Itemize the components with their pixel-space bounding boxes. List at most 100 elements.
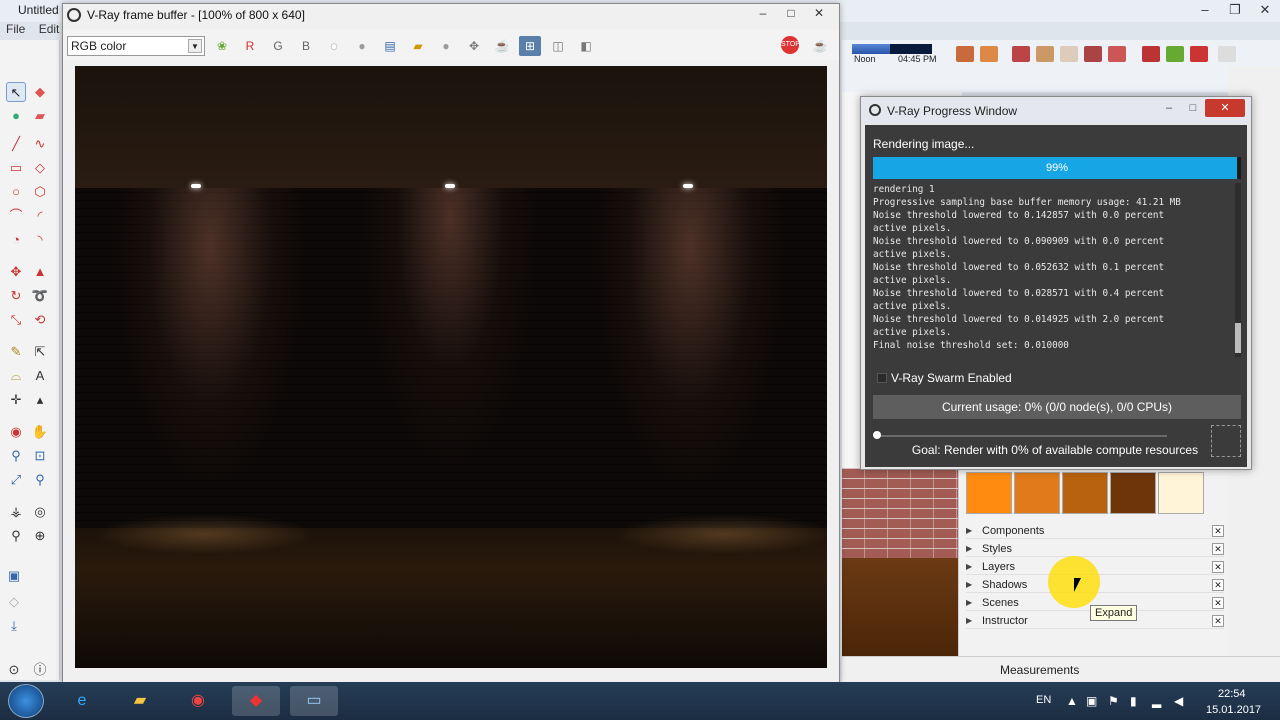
color-picker-icon[interactable]: ❀: [211, 36, 233, 56]
channel-select[interactable]: RGB color ▼: [67, 36, 205, 56]
swarm-checkbox[interactable]: [877, 373, 887, 383]
pie-tool-icon[interactable]: ◔: [6, 230, 26, 250]
start-button[interactable]: [8, 684, 44, 718]
protractor-tool-icon[interactable]: ⌓: [6, 366, 26, 386]
erase-icon[interactable]: ▰: [30, 106, 50, 126]
freehand-tool-icon[interactable]: ∿: [30, 134, 50, 154]
save-icon[interactable]: ▤: [379, 36, 401, 56]
green-channel-button[interactable]: G: [267, 36, 289, 56]
battery-icon[interactable]: ▮: [1130, 694, 1137, 708]
arc-tool-icon[interactable]: ⌒: [6, 206, 26, 226]
eraser-tool-icon[interactable]: ◆: [30, 82, 50, 102]
download-icon[interactable]: ⤓: [4, 616, 24, 636]
compute-slider-track[interactable]: [877, 435, 1167, 437]
arc3-tool-icon[interactable]: ◝: [30, 230, 50, 250]
log-scrollbar[interactable]: [1235, 183, 1241, 357]
pan-tool-icon[interactable]: ✋: [30, 422, 50, 442]
material-swatch-5[interactable]: [1158, 472, 1204, 514]
clock-time[interactable]: 22:54: [1218, 688, 1246, 700]
followme-tool-icon[interactable]: ➰: [30, 286, 50, 306]
zoom-tool-icon[interactable]: ⚲: [6, 446, 26, 466]
location-icon[interactable]: ⊙: [4, 660, 24, 680]
tools-icon[interactable]: [1218, 46, 1236, 62]
line-tool-icon[interactable]: ╱: [6, 134, 26, 154]
material-swatch-2[interactable]: [1014, 472, 1060, 514]
chrome-icon[interactable]: ◉: [174, 686, 222, 716]
lookaround-tool-icon[interactable]: ◎: [30, 502, 50, 522]
maximize-button[interactable]: ❐: [1220, 0, 1250, 20]
material-swatch-1[interactable]: [966, 472, 1012, 514]
warehouse-icon[interactable]: ▣: [4, 566, 24, 586]
alpha-gray-icon[interactable]: ●: [351, 36, 373, 56]
network-tray-icon[interactable]: ▣: [1086, 694, 1097, 708]
rectangle-tool-icon[interactable]: ▭: [6, 158, 26, 178]
polygon-tool-icon[interactable]: ⬡: [30, 182, 50, 202]
volume-icon[interactable]: ◀: [1174, 694, 1183, 708]
region-render-icon[interactable]: ⊞: [519, 36, 541, 56]
vfb-close-button[interactable]: ✕: [805, 6, 833, 20]
history-icon[interactable]: ◫: [547, 36, 569, 56]
text-tool-icon[interactable]: A: [30, 366, 50, 386]
progress-close-button[interactable]: ✕: [1205, 99, 1245, 117]
close-icon[interactable]: ✕: [1212, 578, 1224, 591]
vray-render-icon[interactable]: [1012, 46, 1030, 62]
close-button[interactable]: ✕: [1250, 0, 1280, 20]
log-scroll-thumb[interactable]: [1235, 323, 1241, 353]
rotated-rect-icon[interactable]: ◇: [30, 158, 50, 178]
scale-tool-icon[interactable]: ⤡: [6, 310, 26, 330]
circle-tool-icon[interactable]: ○: [6, 182, 26, 202]
language-indicator[interactable]: EN: [1036, 694, 1051, 706]
vray-sphere-icon[interactable]: [1084, 46, 1102, 62]
flag-icon[interactable]: ⚑: [1108, 694, 1119, 708]
chevron-down-icon[interactable]: ▼: [188, 39, 202, 53]
dimension-tool-icon[interactable]: ⇱: [30, 342, 50, 362]
compute-slider-knob[interactable]: [873, 431, 881, 439]
close-icon[interactable]: ✕: [1212, 614, 1224, 627]
share-icon[interactable]: ◇: [4, 592, 24, 612]
axes-tool-icon[interactable]: ✛: [6, 390, 26, 410]
footprints-icon[interactable]: ⚲: [6, 526, 26, 546]
orbit-tool-icon[interactable]: ◉: [6, 422, 26, 442]
shadow-time-slider[interactable]: [890, 44, 932, 54]
zoom-extents-icon[interactable]: ⤢: [6, 470, 26, 490]
vfb-maximize-button[interactable]: □: [777, 6, 805, 20]
zoom-window-icon[interactable]: ⊡: [30, 446, 50, 466]
vray-rt-icon[interactable]: [1036, 46, 1054, 62]
render-teapot-icon[interactable]: ☕: [809, 36, 831, 56]
menu-file[interactable]: File: [6, 22, 25, 36]
info-icon[interactable]: ⓘ: [30, 660, 50, 680]
material-swatch-3[interactable]: [1062, 472, 1108, 514]
close-icon[interactable]: ✕: [1212, 542, 1224, 555]
close-icon[interactable]: ✕: [1212, 524, 1224, 537]
teapot-icon[interactable]: ☕: [491, 36, 513, 56]
clear-icon[interactable]: ●: [435, 36, 457, 56]
3dtext-tool-icon[interactable]: ▴: [30, 390, 50, 410]
vray-plane-icon[interactable]: [1108, 46, 1126, 62]
tray-arrow-icon[interactable]: ▲: [1066, 694, 1078, 708]
red-channel-button[interactable]: R: [239, 36, 261, 56]
progress-minimize-button[interactable]: –: [1157, 99, 1181, 117]
close-icon[interactable]: ✕: [1212, 596, 1224, 609]
vfb-minimize-button[interactable]: –: [749, 6, 777, 20]
menu-edit[interactable]: Edit: [39, 22, 60, 36]
move-tool-icon[interactable]: ✥: [6, 262, 26, 282]
close-icon[interactable]: ✕: [1212, 560, 1224, 573]
vray-material-icon[interactable]: [956, 46, 974, 62]
tape-tool-icon[interactable]: ✎: [6, 342, 26, 362]
blue-channel-button[interactable]: B: [295, 36, 317, 56]
plant-icon-3[interactable]: [1190, 46, 1208, 62]
minimize-button[interactable]: –: [1190, 0, 1220, 20]
plant-icon-2[interactable]: [1166, 46, 1184, 62]
load-icon[interactable]: ▰: [407, 36, 429, 56]
stop-render-button[interactable]: STOP: [781, 36, 800, 54]
progress-maximize-button[interactable]: □: [1181, 99, 1205, 117]
plant-icon-1[interactable]: [1142, 46, 1160, 62]
tray-styles[interactable]: ▶ Styles ✕: [966, 541, 1224, 557]
walk-tool-icon[interactable]: ⚶: [6, 502, 26, 522]
material-swatch-4[interactable]: [1110, 472, 1156, 514]
offset-tool-icon[interactable]: ⟲: [30, 310, 50, 330]
vray-options-icon[interactable]: [980, 46, 998, 62]
arc2-tool-icon[interactable]: ◜: [30, 206, 50, 226]
paint-tool-icon[interactable]: ●: [6, 106, 26, 126]
alpha-white-icon[interactable]: ●: [323, 36, 345, 56]
